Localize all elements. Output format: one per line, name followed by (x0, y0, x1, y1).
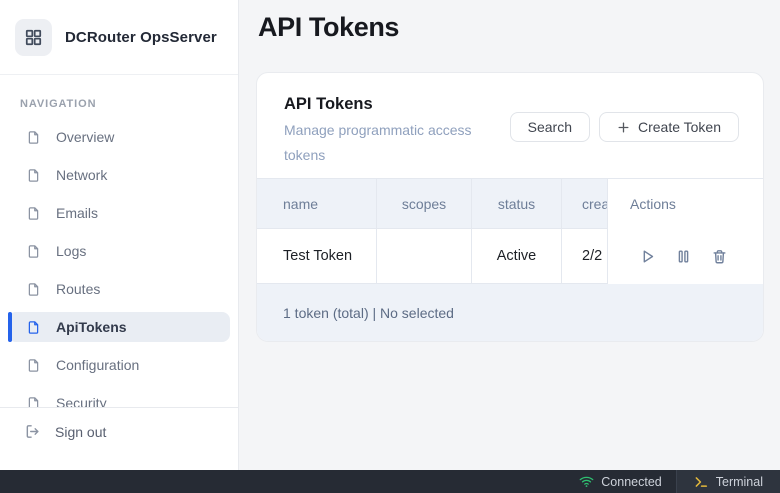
terminal-label: Terminal (716, 475, 763, 489)
column-header-status[interactable]: status (472, 179, 562, 228)
file-icon (26, 319, 41, 336)
table-footer: 1 token (total) | No selected (257, 284, 763, 341)
brand-name: DCRouter OpsServer (65, 29, 217, 46)
card-header: API Tokens Manage programmatic access to… (257, 73, 763, 178)
pause-button[interactable] (675, 248, 692, 265)
delete-button[interactable] (711, 248, 728, 265)
file-icon (26, 243, 41, 260)
tokens-table: name scopes status crea Test Token Activ… (257, 178, 763, 341)
sign-out-button[interactable]: Sign out (0, 423, 238, 440)
play-icon (639, 248, 656, 265)
row-actions (608, 229, 763, 284)
trash-icon (711, 248, 728, 265)
sidebar-item-security[interactable]: Security (8, 388, 230, 407)
logout-icon (24, 423, 41, 440)
sidebar-item-label: Security (56, 395, 107, 407)
main-content: API Tokens API Tokens Manage programmati… (240, 0, 780, 470)
sidebar-item-routes[interactable]: Routes (8, 274, 230, 304)
column-header-name[interactable]: name (257, 179, 377, 228)
create-token-button[interactable]: Create Token (599, 112, 739, 142)
selected-accent-bar (8, 312, 12, 342)
sign-out-label: Sign out (55, 424, 106, 440)
table-footer-summary: 1 token (total) | No selected (283, 305, 454, 321)
terminal-button[interactable]: Terminal (676, 470, 780, 493)
wifi-icon (579, 475, 594, 488)
sidebar: DCRouter OpsServer NAVIGATION Overview N… (0, 0, 239, 470)
sidebar-nav: NAVIGATION Overview Network Emails Logs … (0, 76, 238, 407)
api-tokens-card: API Tokens Manage programmatic access to… (256, 72, 764, 342)
nav-section-label: NAVIGATION (20, 98, 238, 110)
pause-icon (675, 248, 692, 265)
signout-section: Sign out (0, 407, 238, 470)
connection-status: Connected (565, 470, 675, 493)
sidebar-item-emails[interactable]: Emails (8, 198, 230, 228)
cell-status: Active (472, 229, 562, 283)
card-actions: Search Create Token (510, 112, 739, 142)
file-icon (26, 395, 41, 408)
brand: DCRouter OpsServer (0, 0, 238, 75)
sidebar-item-label: Routes (56, 281, 100, 297)
column-header-actions: Actions (608, 179, 763, 229)
sidebar-item-overview[interactable]: Overview (8, 122, 230, 152)
sidebar-item-label: Logs (56, 243, 86, 259)
file-icon (26, 357, 41, 374)
card-subtitle: Manage programmatic access tokens (284, 118, 499, 168)
actions-column: Actions (607, 179, 763, 284)
file-icon (26, 167, 41, 184)
sidebar-item-label: Network (56, 167, 107, 183)
page-title: API Tokens (258, 12, 399, 43)
file-icon (26, 281, 41, 298)
sidebar-item-label: Configuration (56, 357, 139, 373)
plus-icon (617, 121, 630, 134)
app-logo (15, 19, 52, 56)
cell-scopes (377, 229, 472, 283)
file-icon (26, 205, 41, 222)
status-bar: Connected Terminal (0, 470, 780, 493)
sidebar-item-apitokens[interactable]: ApiTokens (8, 312, 230, 342)
sidebar-item-logs[interactable]: Logs (8, 236, 230, 266)
grid-icon (24, 28, 43, 47)
terminal-prompt-icon (694, 476, 708, 488)
search-button[interactable]: Search (510, 112, 590, 142)
sidebar-item-label: ApiTokens (56, 319, 127, 335)
card-title: API Tokens (284, 95, 373, 114)
search-button-label: Search (528, 119, 572, 135)
cell-name: Test Token (257, 229, 377, 283)
column-header-scopes[interactable]: scopes (377, 179, 472, 228)
create-token-label: Create Token (638, 119, 721, 135)
file-icon (26, 129, 41, 146)
sidebar-item-label: Emails (56, 205, 98, 221)
connection-status-label: Connected (601, 475, 661, 489)
sidebar-item-configuration[interactable]: Configuration (8, 350, 230, 380)
play-button[interactable] (639, 248, 656, 265)
sidebar-item-label: Overview (56, 129, 114, 145)
sidebar-item-network[interactable]: Network (8, 160, 230, 190)
